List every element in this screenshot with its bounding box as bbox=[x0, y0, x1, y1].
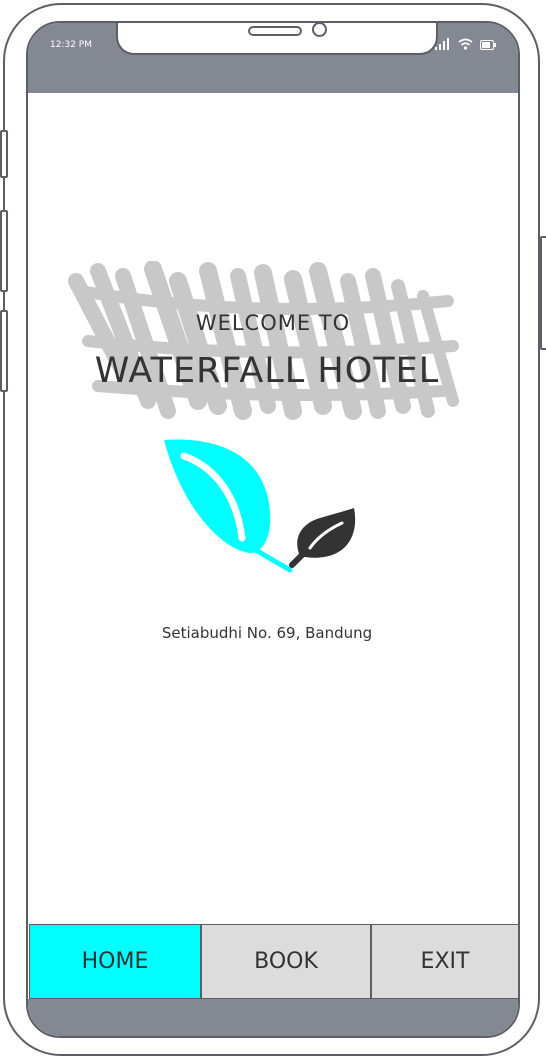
home-button[interactable]: HOME bbox=[29, 924, 201, 999]
status-bar: 12:32 PM bbox=[28, 23, 518, 93]
speaker bbox=[248, 26, 302, 36]
leaf-logo-icon bbox=[164, 439, 356, 573]
status-icons bbox=[435, 38, 496, 50]
bottom-nav: HOME BOOK EXIT bbox=[29, 924, 518, 999]
camera bbox=[312, 23, 327, 37]
side-button-volume-down bbox=[0, 310, 8, 392]
phone-screen: 12:32 PM WELCOME TO WATERFALL HOTEL Seti… bbox=[26, 21, 520, 1038]
wifi-icon bbox=[458, 38, 473, 50]
welcome-heading: WELCOME TO bbox=[195, 311, 351, 335]
hotel-name-title: WATERFALL HOTEL bbox=[94, 351, 440, 391]
notch bbox=[116, 23, 438, 55]
hotel-address: Setiabudhi No. 69, Bandung bbox=[161, 624, 373, 642]
book-button[interactable]: BOOK bbox=[201, 924, 371, 999]
scribble-background bbox=[68, 261, 459, 420]
side-button-top bbox=[0, 130, 8, 178]
welcome-screen: WELCOME TO WATERFALL HOTEL Setiabudhi No… bbox=[28, 93, 518, 923]
side-button-power bbox=[540, 236, 546, 350]
bottom-bezel-bar bbox=[28, 999, 518, 1036]
battery-icon bbox=[480, 40, 496, 50]
exit-button[interactable]: EXIT bbox=[371, 924, 518, 999]
status-time: 12:32 PM bbox=[50, 40, 92, 50]
signal-icon bbox=[435, 38, 449, 50]
side-button-volume-up bbox=[0, 210, 8, 292]
